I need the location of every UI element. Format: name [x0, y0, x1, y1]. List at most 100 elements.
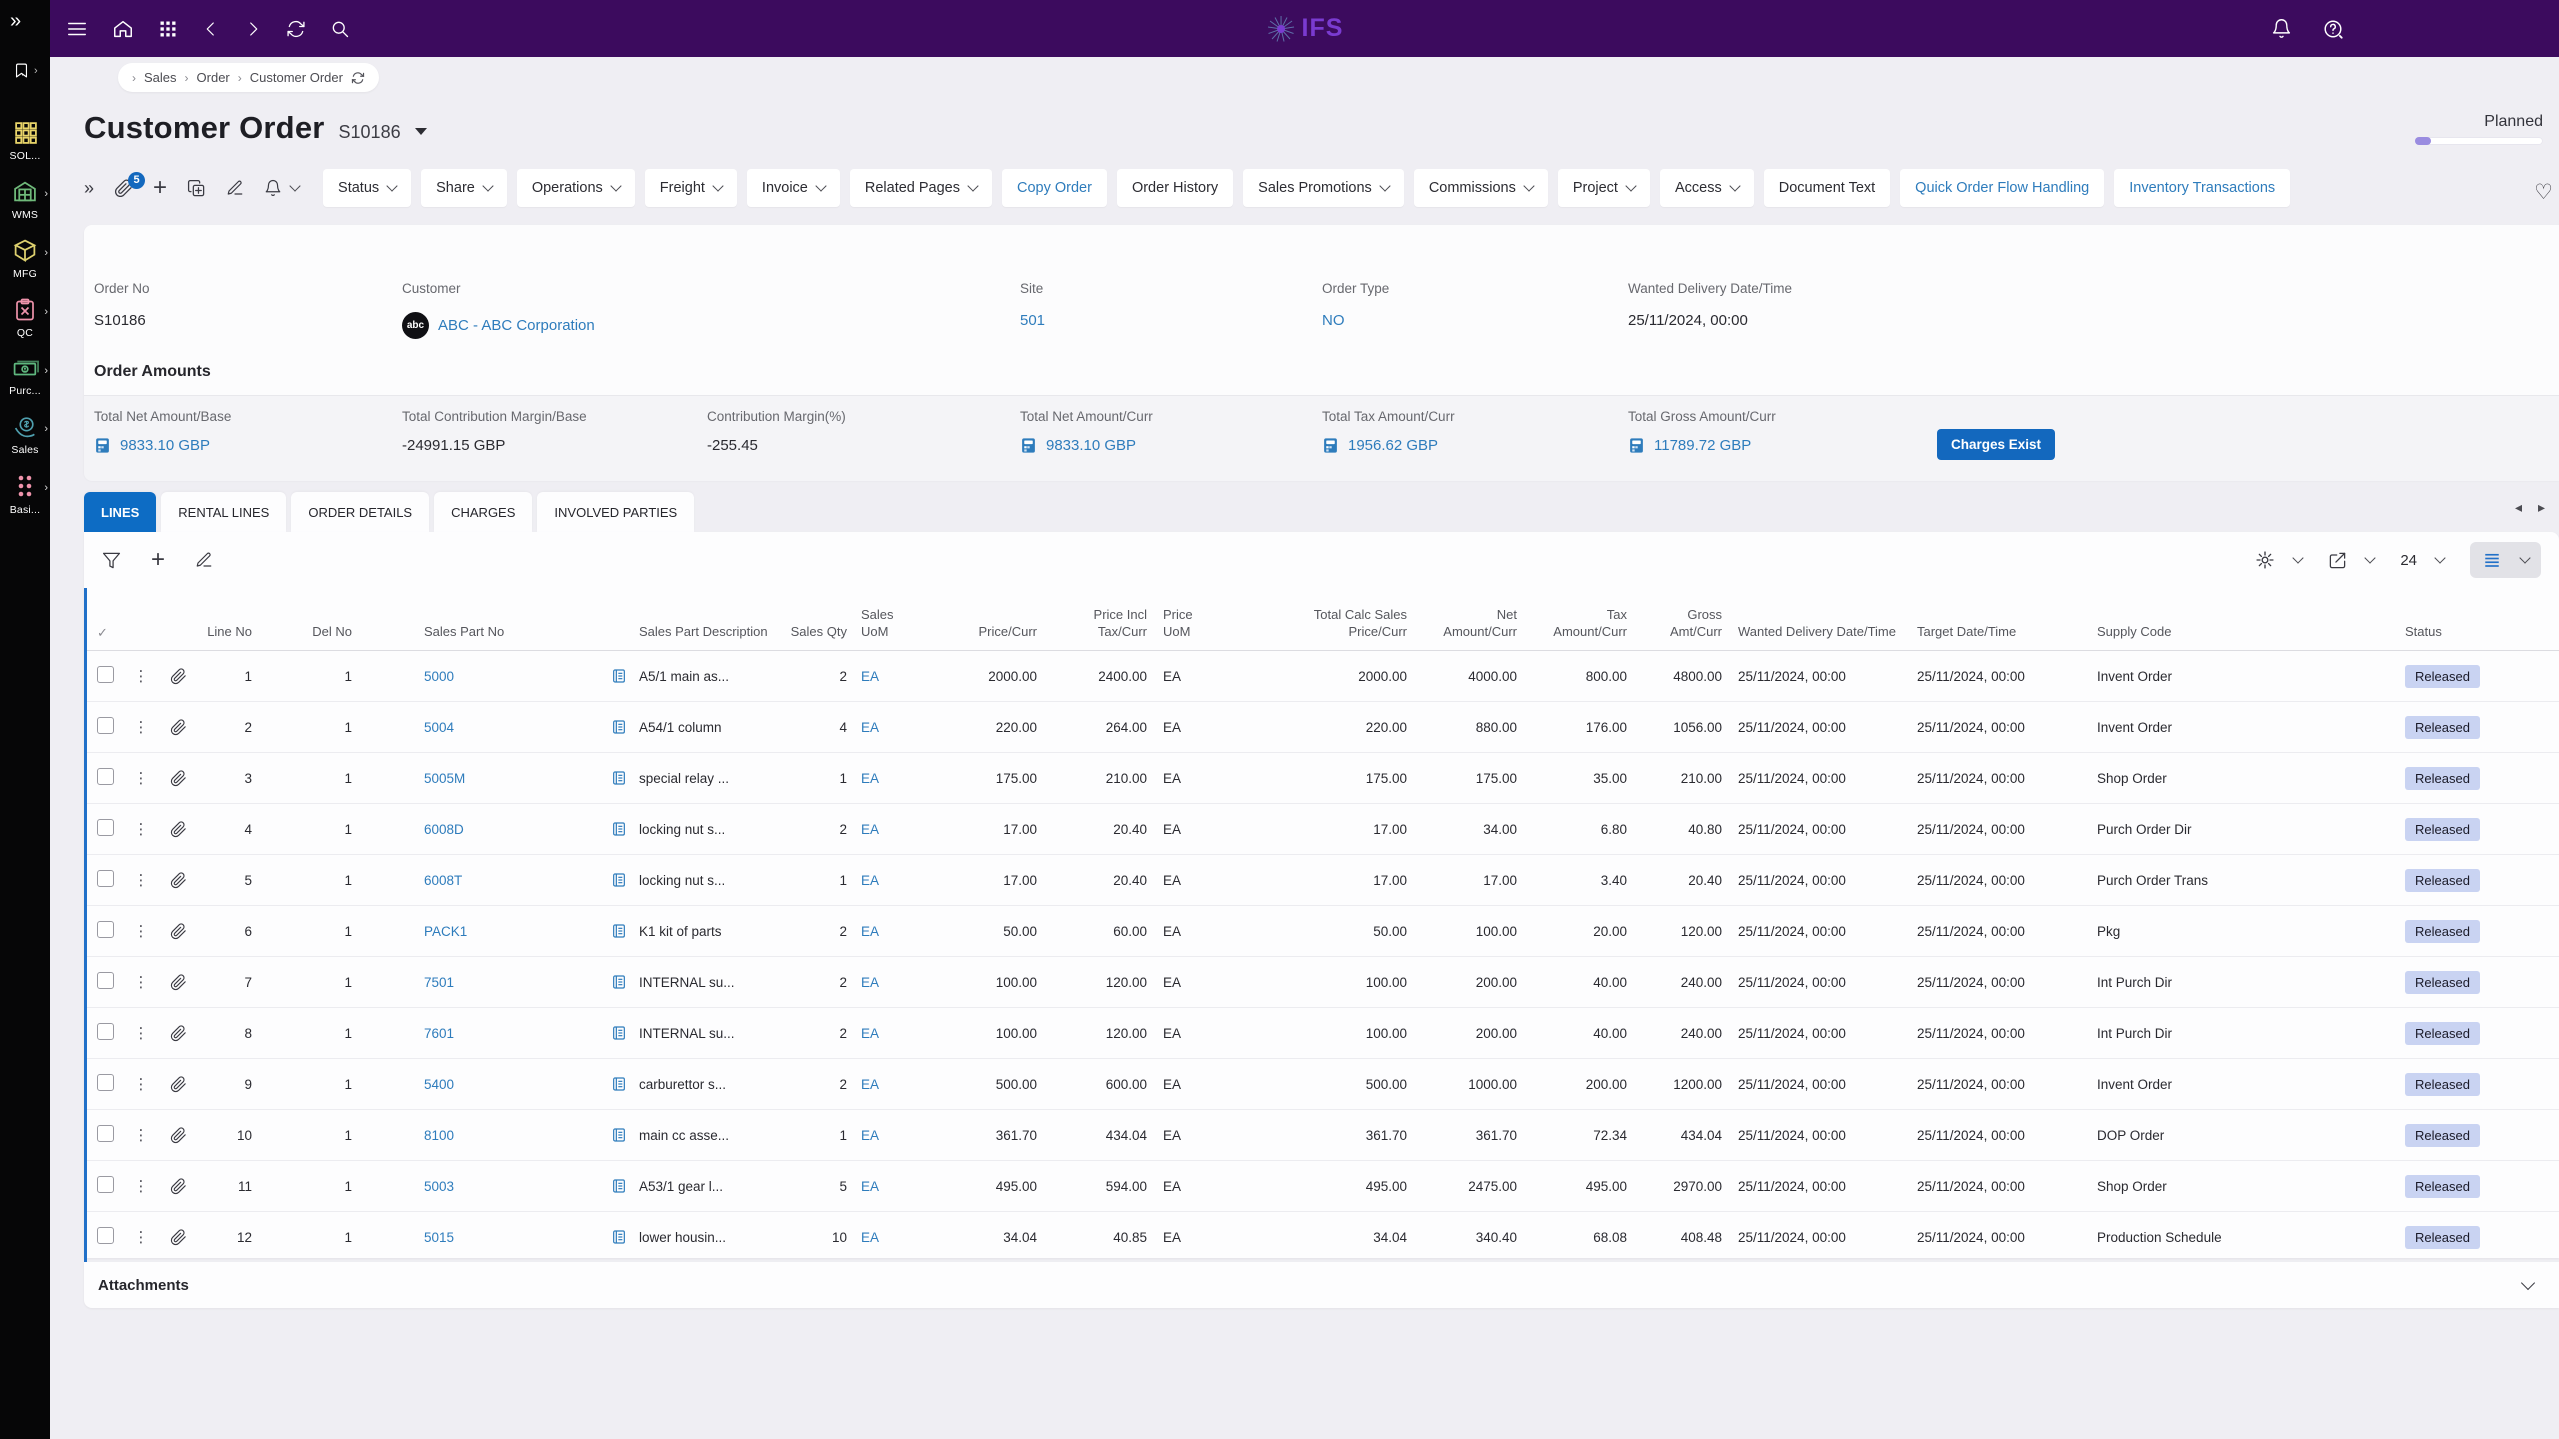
- command-button-project[interactable]: Project: [1558, 169, 1650, 207]
- row-attachment-icon[interactable]: [157, 1127, 199, 1144]
- cell-part-no-link[interactable]: 7501: [424, 975, 454, 990]
- subscribe-bell-icon[interactable]: [264, 179, 299, 197]
- table-row[interactable]: ⋮ 717501 INTERNAL su...2EA100.00120.00EA…: [87, 957, 2559, 1008]
- row-menu-icon[interactable]: ⋮: [125, 1024, 157, 1042]
- add-icon[interactable]: +: [153, 178, 167, 198]
- sidebar-item-purchasing[interactable]: › Purc...: [0, 356, 50, 397]
- favorite-heart-icon[interactable]: ♡: [2534, 180, 2553, 204]
- table-settings-gear[interactable]: [2255, 550, 2302, 570]
- customer-link[interactable]: ABC - ABC Corporation: [438, 317, 595, 334]
- column-header-price[interactable]: Price/Curr: [919, 624, 1039, 641]
- row-menu-icon[interactable]: ⋮: [125, 1228, 157, 1246]
- search-icon[interactable]: [330, 19, 350, 39]
- cell-uom-link[interactable]: EA: [861, 1026, 879, 1041]
- command-button-inventory-transactions[interactable]: Inventory Transactions: [2114, 169, 2290, 207]
- bookmark-icon[interactable]: ›: [13, 61, 50, 80]
- command-button-quick-order-flow-handling[interactable]: Quick Order Flow Handling: [1900, 169, 2104, 207]
- command-button-operations[interactable]: Operations: [517, 169, 635, 207]
- notifications-bell-icon[interactable]: [2271, 18, 2292, 39]
- cell-uom-link[interactable]: EA: [861, 924, 879, 939]
- column-header-net[interactable]: Net Amount/Curr: [1409, 607, 1519, 641]
- command-button-document-text[interactable]: Document Text: [1764, 169, 1890, 207]
- order-type-link[interactable]: NO: [1322, 312, 1345, 329]
- cell-uom-link[interactable]: EA: [861, 720, 879, 735]
- table-row[interactable]: ⋮ 817601 INTERNAL su...2EA100.00120.00EA…: [87, 1008, 2559, 1059]
- row-menu-icon[interactable]: ⋮: [125, 667, 157, 685]
- cell-part-no-link[interactable]: 5000: [424, 669, 454, 684]
- duplicate-icon[interactable]: [187, 179, 206, 198]
- cell-uom-link[interactable]: EA: [861, 975, 879, 990]
- cell-uom-link[interactable]: EA: [861, 1230, 879, 1245]
- hamburger-menu-icon[interactable]: [66, 18, 88, 40]
- column-header-supply[interactable]: Supply Code: [2089, 624, 2399, 641]
- record-selector-caret[interactable]: [415, 128, 427, 135]
- column-header-price-uom[interactable]: Price UoM: [1149, 607, 1219, 641]
- select-all-check[interactable]: ✓: [87, 626, 125, 641]
- tabs-scroll-left-icon[interactable]: ◂: [2515, 500, 2522, 516]
- row-attachment-icon[interactable]: [157, 872, 199, 889]
- tab-rental-lines[interactable]: RENTAL LINES: [161, 492, 286, 532]
- column-header-price-incl[interactable]: Price Incl Tax/Curr: [1039, 607, 1149, 641]
- part-note-icon[interactable]: [599, 719, 639, 735]
- row-menu-icon[interactable]: ⋮: [125, 769, 157, 787]
- tab-involved-parties[interactable]: INVOLVED PARTIES: [537, 492, 694, 532]
- row-select-checkbox[interactable]: [97, 1176, 114, 1193]
- row-attachment-icon[interactable]: [157, 974, 199, 991]
- row-select-checkbox[interactable]: [97, 1023, 114, 1040]
- sidebar-item-sales[interactable]: › Sales: [0, 414, 50, 456]
- table-row[interactable]: ⋮ 516008T locking nut s...1EA17.0020.40E…: [87, 855, 2559, 906]
- column-header-del-no[interactable]: Del No: [254, 624, 354, 641]
- part-note-icon[interactable]: [599, 923, 639, 939]
- row-attachment-icon[interactable]: [157, 1229, 199, 1246]
- row-menu-icon[interactable]: ⋮: [125, 1126, 157, 1144]
- column-header-total-calc[interactable]: Total Calc Sales Price/Curr: [1219, 607, 1409, 641]
- cell-part-no-link[interactable]: 5015: [424, 1230, 454, 1245]
- command-button-sales-promotions[interactable]: Sales Promotions: [1243, 169, 1404, 207]
- page-size-select[interactable]: 24: [2400, 552, 2444, 569]
- sidebar-expand-icon[interactable]: »: [10, 10, 50, 33]
- add-line-icon[interactable]: +: [151, 550, 165, 570]
- row-attachment-icon[interactable]: [157, 668, 199, 685]
- part-note-icon[interactable]: [599, 1025, 639, 1041]
- row-attachment-icon[interactable]: [157, 821, 199, 838]
- cell-part-no-link[interactable]: PACK1: [424, 924, 467, 939]
- row-menu-icon[interactable]: ⋮: [125, 820, 157, 838]
- filter-funnel-icon[interactable]: [102, 551, 121, 570]
- collapse-toolbar-icon[interactable]: »: [84, 178, 94, 199]
- cell-uom-link[interactable]: EA: [861, 771, 879, 786]
- cell-part-no-link[interactable]: 5003: [424, 1179, 454, 1194]
- breadcrumb-refresh-icon[interactable]: [351, 71, 365, 85]
- edit-lines-icon[interactable]: [195, 551, 213, 569]
- table-row[interactable]: ⋮ 315005M special relay ...1EA175.00210.…: [87, 753, 2559, 804]
- command-button-freight[interactable]: Freight: [645, 169, 737, 207]
- forward-icon[interactable]: [244, 20, 262, 38]
- row-menu-icon[interactable]: ⋮: [125, 1177, 157, 1195]
- site-link[interactable]: 501: [1020, 312, 1045, 329]
- charges-exist-button[interactable]: Charges Exist: [1937, 429, 2055, 460]
- cell-part-no-link[interactable]: 8100: [424, 1128, 454, 1143]
- tab-lines[interactable]: LINES: [84, 492, 156, 532]
- column-header-desc[interactable]: Sales Part Description: [639, 624, 789, 641]
- row-select-checkbox[interactable]: [97, 819, 114, 836]
- tab-order-details[interactable]: ORDER DETAILS: [291, 492, 429, 532]
- cell-part-no-link[interactable]: 7601: [424, 1026, 454, 1041]
- command-button-related-pages[interactable]: Related Pages: [850, 169, 992, 207]
- command-button-commissions[interactable]: Commissions: [1414, 169, 1548, 207]
- table-row[interactable]: ⋮ 416008D locking nut s...2EA17.0020.40E…: [87, 804, 2559, 855]
- table-row[interactable]: ⋮ 115000 A5/1 main as...2EA2000.002400.0…: [87, 651, 2559, 702]
- sidebar-item-mfg[interactable]: › MFG: [0, 238, 50, 280]
- row-select-checkbox[interactable]: [97, 717, 114, 734]
- row-select-checkbox[interactable]: [97, 870, 114, 887]
- command-button-invoice[interactable]: Invoice: [747, 169, 840, 207]
- command-button-order-history[interactable]: Order History: [1117, 169, 1233, 207]
- tabs-scroll-right-icon[interactable]: ▸: [2538, 500, 2545, 516]
- part-note-icon[interactable]: [599, 872, 639, 888]
- table-row[interactable]: ⋮ 215004 A54/1 column4EA220.00264.00EA22…: [87, 702, 2559, 753]
- row-attachment-icon[interactable]: [157, 1178, 199, 1195]
- cell-part-no-link[interactable]: 5005M: [424, 771, 465, 786]
- row-select-checkbox[interactable]: [97, 1227, 114, 1244]
- table-row[interactable]: ⋮ 1215015 lower housin...10EA34.0440.85E…: [87, 1212, 2559, 1263]
- column-header-qty[interactable]: Sales Qty: [789, 624, 849, 641]
- cell-uom-link[interactable]: EA: [861, 1077, 879, 1092]
- cell-part-no-link[interactable]: 6008D: [424, 822, 464, 837]
